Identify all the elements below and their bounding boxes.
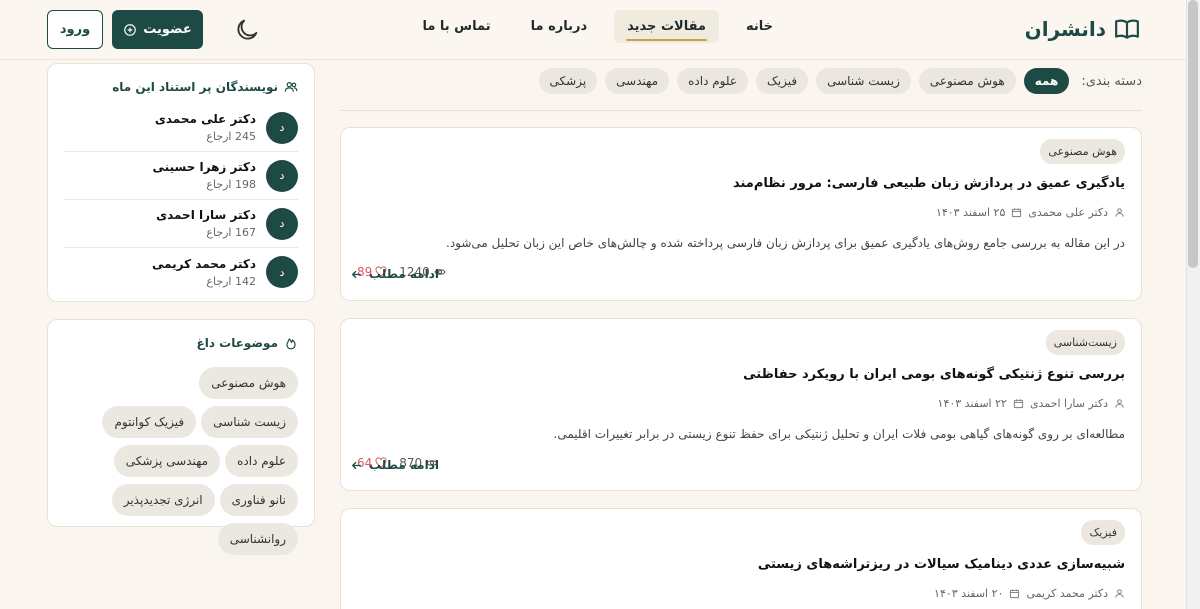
article-meta: دکتر محمد کریمی ۲۰ اسفند ۱۴۰۳ (934, 587, 1125, 600)
filter-chip-biology[interactable]: زیست شناسی (816, 68, 911, 94)
brand-name: دانشران (1024, 17, 1106, 41)
writer-refs: 142 ارجاع (206, 274, 256, 288)
article-excerpt: در این مقاله به بررسی جامع روش‌های یادگی… (446, 236, 1125, 250)
theme-toggle-button[interactable] (233, 16, 261, 44)
article-card[interactable]: هوش مصنوعی یادگیری عمیق در پردازش زبان ط… (340, 127, 1142, 301)
top-writers-heading: نویسندگان پر استناد این ماه (112, 80, 278, 94)
article-title[interactable]: شبیه‌سازی عددی دینامیک سیالات در ریزتراش… (758, 557, 1125, 572)
hot-topics-panel: موضوعات داغ هوش مصنوعی زیست شناسی فیزیک … (47, 319, 315, 555)
writer-refs: 198 ارجاع (206, 178, 256, 191)
flame-icon (286, 338, 296, 350)
login-button[interactable]: ورود (47, 10, 103, 49)
top-writers-title: نویسندگان پر استناد این ماه (112, 80, 298, 94)
filter-chip-physics[interactable]: فیزیک (756, 68, 809, 94)
article-title[interactable]: یادگیری عمیق در پردازش زبان طبیعی فارسی:… (733, 176, 1125, 191)
writer-name: دکتر سارا احمدی (156, 208, 256, 222)
article-author: دکتر سارا احمدی (1029, 397, 1108, 410)
writer-refs: 167 ارجاع (206, 226, 256, 239)
nav-new-articles[interactable]: مقالات جدید (614, 10, 719, 43)
hot-topics-title: موضوعات داغ (197, 336, 298, 350)
topic-chip[interactable]: روانشناسی (217, 523, 298, 555)
main-nav: خانه مقالات جدید درباره ما تماس با ما (409, 10, 786, 43)
writer-item[interactable]: د دکتر محمد کریمی 142 ارجاع (64, 248, 298, 296)
avatar: د (266, 256, 298, 288)
filter-chip-all[interactable]: همه (1023, 68, 1070, 94)
article-date: ۲۰ اسفند ۱۴۰۳ (934, 587, 1004, 600)
writer-name: دکتر محمد کریمی (151, 256, 256, 271)
article-date: ۲۵ اسفند ۱۴۰۳ (935, 206, 1006, 219)
scrollbar-thumb[interactable] (1188, 0, 1198, 268)
moon-icon (237, 19, 258, 40)
article-tag[interactable]: زیست‌شناسی (1045, 330, 1125, 355)
article-title[interactable]: بررسی تنوع ژنتیکی گونه‌های بومی ایران با… (743, 367, 1125, 382)
topic-chip[interactable]: زیست شناسی (201, 406, 298, 438)
article-card[interactable]: فیزیک شبیه‌سازی عددی دینامیک سیالات در ر… (340, 508, 1142, 609)
filter-divider (340, 110, 1142, 111)
writer-name: دکتر علی محمدی (154, 112, 256, 126)
topic-chip[interactable]: علوم داده (225, 445, 298, 477)
topic-chip[interactable]: هوش مصنوعی (199, 367, 298, 399)
article-tag[interactable]: فیزیک (1081, 520, 1125, 545)
users-icon (284, 82, 298, 92)
article-author: دکتر محمد کریمی (1026, 587, 1108, 600)
writer-item[interactable]: د دکتر سارا احمدی 167 ارجاع (64, 200, 298, 248)
topic-chip[interactable]: انرژی تجدیدپذیر (111, 484, 215, 516)
calendar-icon (1010, 589, 1020, 599)
user-icon (1115, 589, 1124, 598)
writer-refs: 245 ارجاع (206, 130, 256, 143)
article-meta: دکتر علی محمدی ۲۵ اسفند ۱۴۰۳ (936, 206, 1125, 219)
filter-chip-medicine[interactable]: پزشکی (538, 68, 598, 94)
avatar: د (266, 111, 298, 144)
article-card[interactable]: زیست‌شناسی بررسی تنوع ژنتیکی گونه‌های بو… (340, 318, 1142, 491)
top-writers-panel: نویسندگان پر استناد این ماه د دکتر علی م… (47, 63, 315, 302)
join-button[interactable]: عضویت (112, 10, 203, 49)
book-icon (1115, 19, 1139, 39)
avatar: د (266, 207, 298, 240)
filter-chip-engineering[interactable]: مهندسی (605, 68, 670, 94)
plus-circle-icon (124, 23, 137, 36)
article-date: ۲۲ اسفند ۱۴۰۳ (937, 397, 1007, 410)
writer-item[interactable]: د دکتر زهرا حسینی 198 ارجاع (64, 152, 298, 200)
topic-chip[interactable]: فیزیک کوانتوم (102, 406, 197, 438)
topic-chip[interactable]: مهندسی پزشکی (113, 445, 221, 477)
filter-chip-ai[interactable]: هوش مصنوعی (918, 68, 1016, 94)
article-meta: دکتر سارا احمدی ۲۲ اسفند ۱۴۰۳ (938, 397, 1125, 410)
category-filter: دسته بندی: همه هوش مصنوعی زیست شناسی فیز… (538, 68, 1142, 94)
nav-about[interactable]: درباره ما (518, 10, 601, 43)
article-author: دکتر علی محمدی (1028, 206, 1108, 219)
read-more-link[interactable]: ادامه مطلب (350, 267, 439, 281)
site-logo[interactable]: دانشران (1025, 16, 1140, 42)
topic-chip[interactable]: نانو فناوری (219, 484, 298, 516)
user-icon (1115, 208, 1124, 217)
read-more-label: ادامه مطلب (369, 458, 439, 472)
article-excerpt: مطالعه‌ای بر روی گونه‌های گیاهی بومی فلا… (553, 427, 1125, 441)
join-button-label: عضویت (143, 22, 192, 37)
writer-item[interactable]: د دکتر علی محمدی 245 ارجاع (64, 104, 298, 152)
user-icon (1115, 399, 1124, 408)
hot-topics-heading: موضوعات داغ (196, 336, 278, 350)
arrow-left-icon (351, 461, 361, 469)
filter-chip-data-science[interactable]: علوم داده (677, 68, 748, 94)
arrow-left-icon (351, 270, 361, 278)
calendar-icon (1012, 208, 1022, 218)
topic-chip-list: هوش مصنوعی زیست شناسی فیزیک کوانتوم علوم… (102, 367, 298, 555)
read-more-link[interactable]: ادامه مطلب (350, 458, 439, 472)
writer-name: دکتر زهرا حسینی (152, 160, 256, 174)
filter-label: دسته بندی: (1081, 73, 1142, 89)
nav-contact[interactable]: تماس با ما (409, 10, 503, 43)
site-header: دانشران خانه مقالات جدید درباره ما تماس … (0, 0, 1186, 60)
article-tag[interactable]: هوش مصنوعی (1040, 139, 1125, 164)
nav-home[interactable]: خانه (733, 10, 786, 43)
avatar: د (266, 159, 298, 192)
calendar-icon (1013, 399, 1024, 409)
read-more-label: ادامه مطلب (369, 267, 439, 281)
